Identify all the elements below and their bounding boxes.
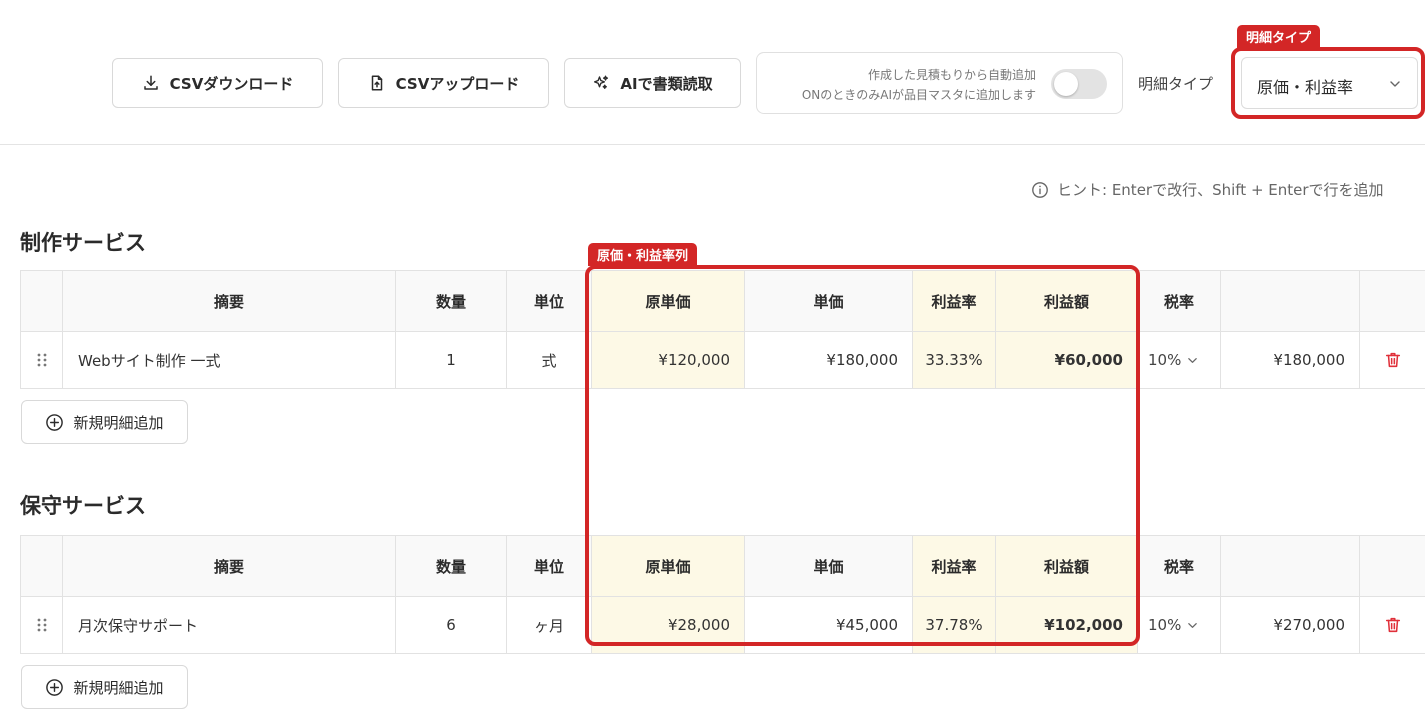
add-line-item-label: 新規明細追加	[73, 413, 164, 432]
section-title: 保守サービス	[20, 494, 146, 518]
plus-circle-icon	[46, 413, 64, 431]
ai-document-read-button[interactable]: AIで書類読取	[564, 58, 741, 108]
column-header-actions	[1359, 535, 1425, 597]
quantity-cell[interactable]: 1	[395, 331, 507, 389]
chevron-down-icon	[1188, 357, 1198, 363]
unit-cell[interactable]: 式	[506, 331, 592, 389]
table-header-row: 摘要 数量 単位 原単価 単価 利益率 利益額 税率	[20, 270, 1425, 332]
line-items-table: 摘要 数量 単位 原単価 単価 利益率 利益額 税率 月次保守サポート 6 ヶ月…	[20, 535, 1425, 654]
download-icon	[143, 75, 158, 90]
section-title: 制作サービス	[20, 231, 146, 255]
chevron-down-icon	[1188, 622, 1198, 628]
unit-cell[interactable]: ヶ月	[506, 596, 592, 654]
detail-type-value: 原価・利益率	[1257, 78, 1354, 97]
margin-amount-cell: ¥102,000	[995, 596, 1138, 654]
description-cell[interactable]: Webサイト制作 一式	[62, 331, 396, 389]
tax-rate-value: 10%	[1148, 351, 1182, 369]
plus-circle-icon	[46, 678, 64, 696]
tax-rate-select[interactable]: 10%	[1138, 351, 1220, 369]
unit-price-cell[interactable]: ¥180,000	[744, 331, 913, 389]
add-line-item-button[interactable]: 新規明細追加	[21, 665, 188, 709]
tax-rate-cell[interactable]: 10%	[1137, 596, 1221, 654]
toolbar: CSVダウンロード CSVアップロード AIで書類読取 作成した見積もりから自動…	[0, 0, 1425, 145]
table-row: Webサイト制作 一式 1 式 ¥120,000 ¥180,000 33.33%…	[20, 331, 1425, 389]
delete-row-button[interactable]	[1359, 596, 1425, 654]
description-cell[interactable]: 月次保守サポート	[62, 596, 396, 654]
column-header-margin-amount: 利益額	[995, 535, 1138, 597]
auto-add-toggle[interactable]	[1051, 69, 1107, 99]
csv-upload-button[interactable]: CSVアップロード	[338, 58, 549, 108]
unit-price-cell[interactable]: ¥45,000	[744, 596, 913, 654]
csv-download-button[interactable]: CSVダウンロード	[112, 58, 323, 108]
auto-add-panel: 作成した見積もりから自動追加 ONのときのみAIが品目マスタに追加します	[756, 52, 1123, 114]
column-header-quantity: 数量	[395, 535, 507, 597]
column-header-unit: 単位	[506, 535, 592, 597]
detail-type-select[interactable]: 原価・利益率	[1241, 57, 1418, 109]
ai-document-read-label: AIで書類読取	[620, 74, 713, 93]
detail-type-label: 明細タイプ	[1138, 75, 1214, 93]
column-header-description: 摘要	[62, 270, 396, 332]
chevron-down-icon	[1390, 81, 1400, 87]
cost-price-cell[interactable]: ¥28,000	[591, 596, 745, 654]
column-header-unit: 単位	[506, 270, 592, 332]
margin-amount-cell: ¥60,000	[995, 331, 1138, 389]
amount-cell: ¥270,000	[1220, 596, 1360, 654]
margin-rate-cell: 37.78%	[912, 596, 996, 654]
column-header-unit-price: 単価	[744, 535, 913, 597]
keyboard-hint-text: ヒント: Enterで改行、Shift + Enterで行を追加	[1057, 181, 1384, 199]
table-header-row: 摘要 数量 単位 原単価 単価 利益率 利益額 税率	[20, 535, 1425, 597]
column-header-margin-rate: 利益率	[912, 535, 996, 597]
drag-handle[interactable]	[20, 331, 63, 389]
drag-handle[interactable]	[20, 596, 63, 654]
tax-rate-value: 10%	[1148, 616, 1182, 634]
sparkles-icon	[594, 75, 609, 89]
column-header-actions	[1359, 270, 1425, 332]
delete-row-button[interactable]	[1359, 331, 1425, 389]
tax-rate-select[interactable]: 10%	[1138, 616, 1220, 634]
trash-icon	[1385, 352, 1400, 368]
trash-icon	[1385, 617, 1400, 633]
column-header-tax-rate: 税率	[1137, 270, 1221, 332]
column-header-amount	[1220, 535, 1360, 597]
column-header-amount	[1220, 270, 1360, 332]
cost-margin-annotation-tag: 原価・利益率列	[588, 243, 698, 266]
add-line-item-button[interactable]: 新規明細追加	[21, 400, 188, 444]
column-header-tax-rate: 税率	[1137, 535, 1221, 597]
cost-price-cell[interactable]: ¥120,000	[591, 331, 745, 389]
column-header-quantity: 数量	[395, 270, 507, 332]
amount-cell: ¥180,000	[1220, 331, 1360, 389]
detail-type-annotation-tag: 明細タイプ	[1237, 25, 1321, 48]
column-header-margin-rate: 利益率	[912, 270, 996, 332]
file-upload-icon	[371, 75, 382, 91]
quantity-cell[interactable]: 6	[395, 596, 507, 654]
column-header-margin-amount: 利益額	[995, 270, 1138, 332]
toggle-knob	[1054, 72, 1078, 96]
column-header-cost-price: 原単価	[591, 270, 745, 332]
drag-handle-icon	[37, 353, 46, 367]
column-header-cost-price: 原単価	[591, 535, 745, 597]
table-row: 月次保守サポート 6 ヶ月 ¥28,000 ¥45,000 37.78% ¥10…	[20, 596, 1425, 654]
info-icon	[1032, 181, 1048, 198]
margin-rate-cell: 33.33%	[912, 331, 996, 389]
column-header-description: 摘要	[62, 535, 396, 597]
drag-column-header	[20, 270, 63, 332]
column-header-unit-price: 単価	[744, 270, 913, 332]
tax-rate-cell[interactable]: 10%	[1137, 331, 1221, 389]
keyboard-hint: ヒント: Enterで改行、Shift + Enterで行を追加	[1031, 179, 1384, 200]
csv-upload-label: CSVアップロード	[395, 74, 520, 93]
add-line-item-label: 新規明細追加	[73, 678, 164, 697]
csv-download-label: CSVダウンロード	[169, 74, 294, 93]
auto-add-title: 作成した見積もりから自動追加	[867, 68, 1036, 82]
auto-add-description: ONのときのみAIが品目マスタに追加します	[801, 88, 1036, 102]
line-items-table: 摘要 数量 単位 原単価 単価 利益率 利益額 税率 Webサイト制作 一式 1…	[20, 270, 1425, 389]
drag-column-header	[20, 535, 63, 597]
drag-handle-icon	[37, 618, 46, 632]
